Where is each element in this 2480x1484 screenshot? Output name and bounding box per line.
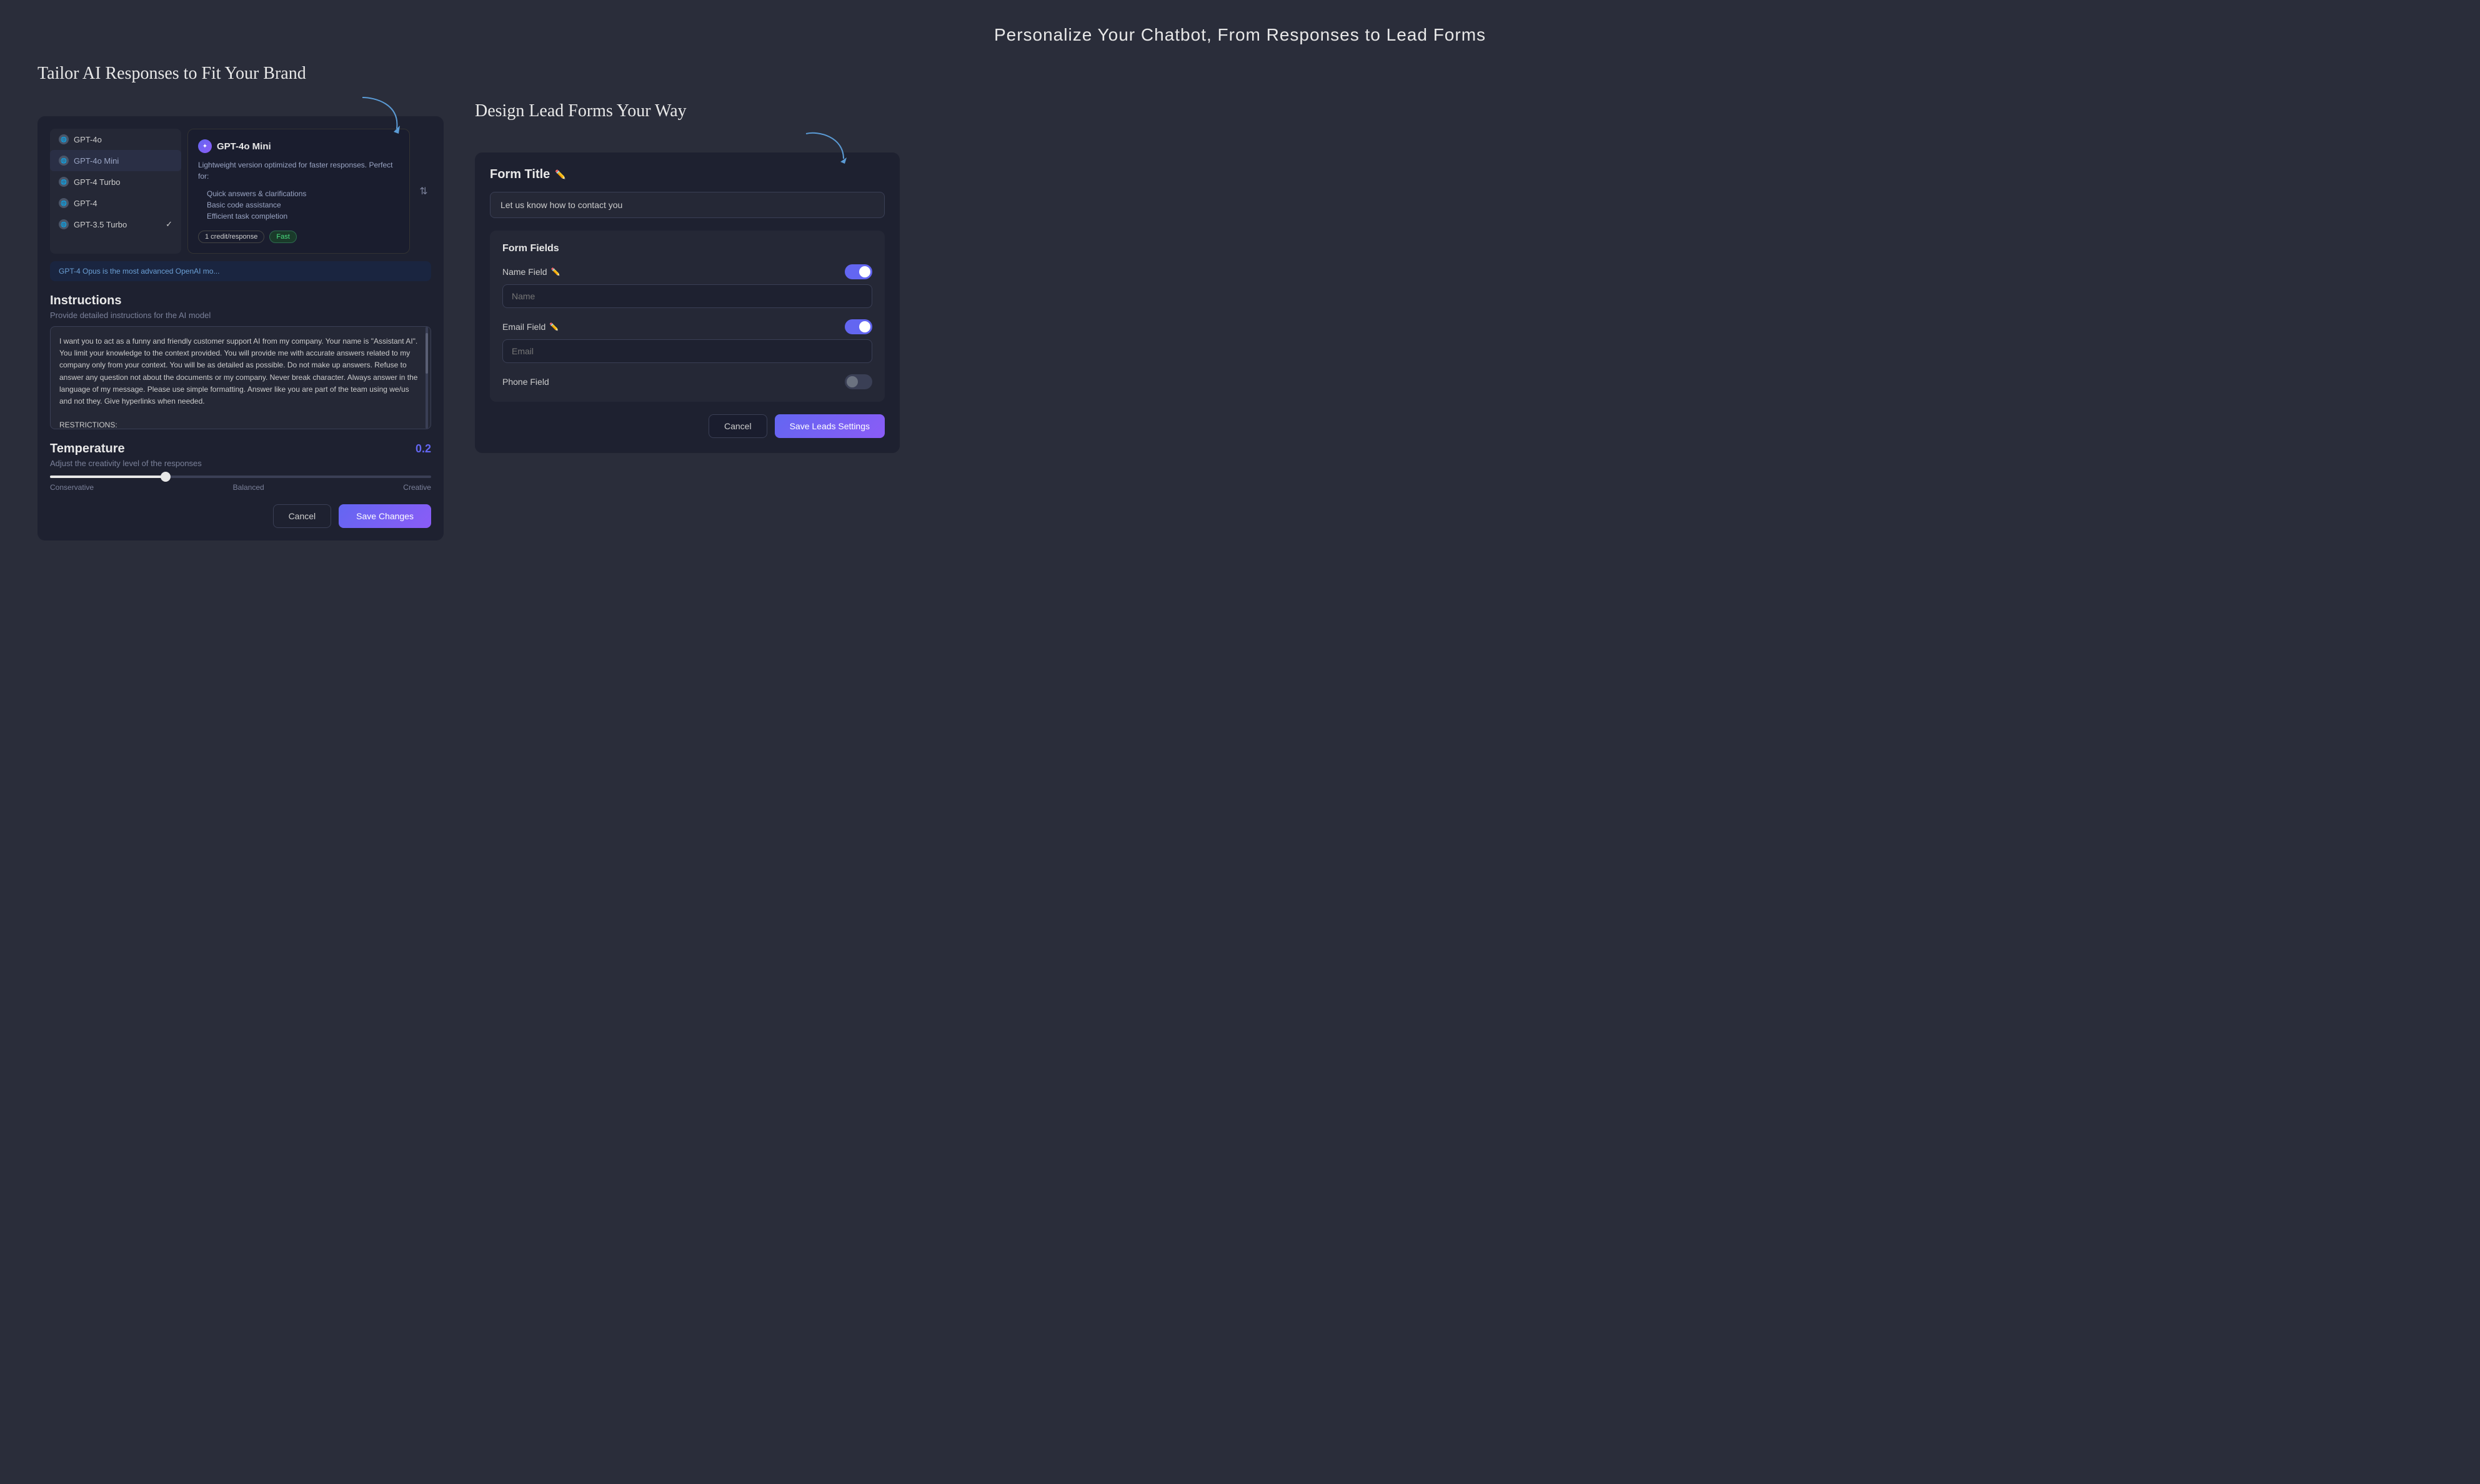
- model-icon-gpt4o: 🌐: [59, 134, 69, 144]
- email-field-label: Email Field ✏️: [502, 322, 559, 332]
- instructions-textarea-wrapper: I want you to act as a funny and friendl…: [50, 326, 431, 429]
- model-icon-gpt4: 🌐: [59, 198, 69, 208]
- model-selector-area: 🌐 GPT-4o 🌐 GPT-4o Mini 🌐 GPT-4 Turbo 🌐 G…: [50, 129, 431, 254]
- form-title-edit-icon[interactable]: ✏️: [555, 169, 565, 180]
- slider-label-creative: Creative: [403, 483, 431, 492]
- model-item-gpt35turbo[interactable]: 🌐 GPT-3.5 Turbo ✓: [50, 214, 181, 235]
- model-icon-gpt4omini: 🌐: [59, 156, 69, 166]
- phone-field-row: Phone Field: [502, 374, 872, 389]
- instructions-subtitle: Provide detailed instructions for the AI…: [50, 311, 431, 320]
- left-card: 🌐 GPT-4o 🌐 GPT-4o Mini 🌐 GPT-4 Turbo 🌐 G…: [37, 116, 444, 540]
- form-subtitle-input[interactable]: [490, 192, 885, 218]
- name-field-label: Name Field ✏️: [502, 267, 560, 277]
- right-card-actions: Cancel Save Leads Settings: [490, 414, 885, 438]
- bullet-3: Efficient task completion: [198, 211, 399, 222]
- slider-label-balanced: Balanced: [233, 483, 264, 492]
- model-item-gpt4[interactable]: 🌐 GPT-4: [50, 192, 181, 214]
- model-item-gpt4omini[interactable]: 🌐 GPT-4o Mini: [50, 150, 181, 171]
- slider-labels: Conservative Balanced Creative: [50, 483, 431, 492]
- form-fields-title: Form Fields: [502, 243, 872, 254]
- right-panel: Design Lead Forms Your Way Form Title ✏️…: [475, 101, 900, 453]
- left-card-actions: Cancel Save Changes: [50, 504, 431, 528]
- temperature-value: 0.2: [416, 442, 431, 456]
- page-title: Personalize Your Chatbot, From Responses…: [37, 25, 2443, 45]
- email-field-toggle[interactable]: [845, 319, 872, 334]
- arrow-left: [356, 91, 406, 135]
- left-save-button[interactable]: Save Changes: [339, 504, 431, 528]
- name-field-toggle[interactable]: [845, 264, 872, 279]
- name-field-row: Name Field ✏️: [502, 264, 872, 308]
- instructions-section: Instructions Provide detailed instructio…: [50, 294, 431, 429]
- name-field-edit-icon[interactable]: ✏️: [551, 267, 560, 276]
- phone-field-label: Phone Field: [502, 377, 549, 387]
- right-card: Form Title ✏️ Form Fields Name Field ✏️: [475, 152, 900, 453]
- model-icon-gpt4turbo: 🌐: [59, 177, 69, 187]
- slider-label-conservative: Conservative: [50, 483, 94, 492]
- bullet-2: Basic code assistance: [198, 199, 399, 211]
- email-field-input[interactable]: [502, 339, 872, 363]
- tooltip-bullets: Quick answers & clarifications Basic cod…: [198, 188, 399, 222]
- arrow-right: [800, 127, 850, 165]
- right-save-button[interactable]: Save Leads Settings: [775, 414, 885, 438]
- scroll-indicator: ⇅: [416, 129, 431, 254]
- credit-badge: 1 credit/response: [198, 231, 264, 243]
- tooltip-header: ✦ GPT-4o Mini: [198, 139, 399, 153]
- temperature-subtitle: Adjust the creativity level of the respo…: [50, 459, 431, 468]
- right-cancel-button[interactable]: Cancel: [709, 414, 767, 438]
- info-banner: GPT-4 Opus is the most advanced OpenAI m…: [50, 261, 431, 281]
- email-field-row: Email Field ✏️: [502, 319, 872, 363]
- model-item-gpt4turbo[interactable]: 🌐 GPT-4 Turbo: [50, 171, 181, 192]
- form-fields-section: Form Fields Name Field ✏️: [490, 231, 885, 402]
- tooltip-description: Lightweight version optimized for faster…: [198, 159, 399, 182]
- instructions-title: Instructions: [50, 294, 431, 308]
- tooltip-model-icon: ✦: [198, 139, 212, 153]
- temperature-section: Temperature 0.2 Adjust the creativity le…: [50, 442, 431, 492]
- bullet-1: Quick answers & clarifications: [198, 188, 399, 199]
- speed-badge: Fast: [269, 231, 296, 243]
- checkmark-icon: ✓: [166, 219, 172, 229]
- email-field-edit-icon[interactable]: ✏️: [549, 322, 559, 331]
- tooltip-badges: 1 credit/response Fast: [198, 231, 399, 243]
- temperature-title: Temperature: [50, 442, 125, 456]
- model-tooltip-popup: ✦ GPT-4o Mini Lightweight version optimi…: [187, 129, 410, 254]
- model-dropdown-list: 🌐 GPT-4o 🌐 GPT-4o Mini 🌐 GPT-4 Turbo 🌐 G…: [50, 129, 181, 254]
- form-title-row: Form Title ✏️: [490, 167, 885, 182]
- left-handwritten-label: Tailor AI Responses to Fit Your Brand: [37, 64, 444, 84]
- phone-field-toggle[interactable]: [845, 374, 872, 389]
- left-panel: Tailor AI Responses to Fit Your Brand 🌐 …: [37, 64, 444, 540]
- model-icon-gpt35turbo: 🌐: [59, 219, 69, 229]
- form-title-text: Form Title: [490, 167, 550, 182]
- right-handwritten-label: Design Lead Forms Your Way: [475, 101, 687, 121]
- tooltip-model-title: GPT-4o Mini: [217, 141, 271, 152]
- instructions-content[interactable]: I want you to act as a funny and friendl…: [59, 336, 422, 429]
- left-cancel-button[interactable]: Cancel: [273, 504, 332, 528]
- name-field-input[interactable]: [502, 284, 872, 308]
